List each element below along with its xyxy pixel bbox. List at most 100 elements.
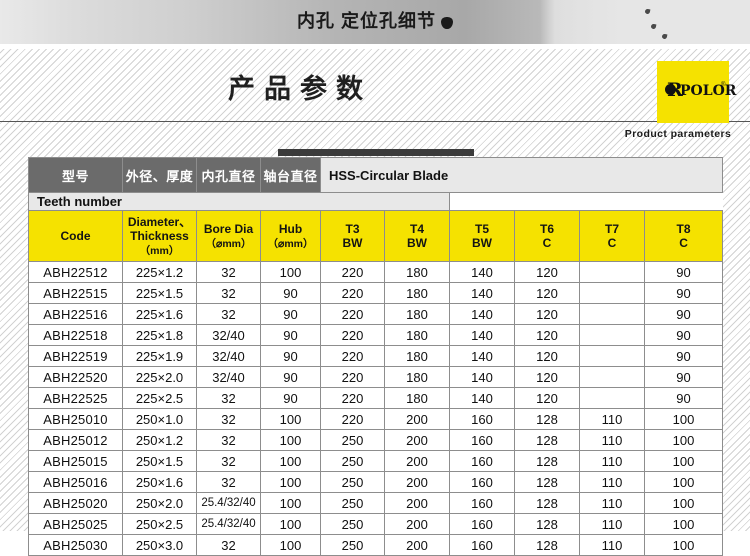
header-en-t5-main: T5 bbox=[474, 222, 489, 236]
cell-t3: 250 bbox=[320, 513, 385, 535]
cell-t7: 110 bbox=[579, 534, 645, 556]
cell-t4: 180 bbox=[384, 261, 450, 283]
cell-code: ABH25015 bbox=[28, 450, 123, 472]
cell-t3: 220 bbox=[320, 324, 385, 346]
header-en-t5-sub: BW bbox=[472, 236, 492, 250]
cell-t7: 110 bbox=[579, 471, 645, 493]
cell-hub: 100 bbox=[260, 429, 321, 451]
cell-t8: 100 bbox=[643, 471, 724, 493]
cell-t8: 100 bbox=[643, 408, 724, 430]
cell-dim: 250×1.5 bbox=[122, 450, 197, 472]
cell-hub: 90 bbox=[260, 387, 321, 409]
cell-t5: 160 bbox=[449, 492, 515, 514]
header-en-bore-unit: （⌀mm） bbox=[205, 237, 252, 250]
cell-t8: 100 bbox=[643, 429, 724, 451]
cell-code: ABH25012 bbox=[28, 429, 123, 451]
cell-code: ABH25016 bbox=[28, 471, 123, 493]
cell-bore: 32/40 bbox=[196, 366, 261, 388]
header-en-dia-unit: （mm） bbox=[139, 244, 180, 257]
cell-t5: 140 bbox=[449, 366, 515, 388]
header-en-t7: T7 C bbox=[579, 210, 645, 262]
header-group-hss: HSS-Circular Blade bbox=[319, 157, 724, 193]
cell-dim: 225×1.8 bbox=[122, 324, 197, 346]
header-en-hub: Hub （⌀mm） bbox=[260, 210, 321, 262]
cell-dim: 250×2.5 bbox=[122, 513, 197, 535]
header-en-diameter-thickness: Diameter、 Thickness （mm） bbox=[122, 210, 197, 262]
cell-dim: 225×2.5 bbox=[122, 387, 197, 409]
cell-bore: 32 bbox=[196, 282, 261, 304]
table-row: ABH22519 225×1.9 32/40 90 220 180 140 120 90 bbox=[28, 345, 724, 367]
header-en-t8-main: T8 bbox=[676, 222, 691, 236]
cell-bore: 25.4/32/40 bbox=[196, 513, 261, 535]
cell-code: ABH25025 bbox=[28, 513, 123, 535]
cell-t6: 120 bbox=[514, 261, 580, 283]
cell-t5: 160 bbox=[449, 513, 515, 535]
cell-t5: 140 bbox=[449, 387, 515, 409]
cell-t6: 120 bbox=[514, 366, 580, 388]
cell-t7: 110 bbox=[579, 429, 645, 451]
cell-hub: 100 bbox=[260, 408, 321, 430]
cell-bore: 32 bbox=[196, 408, 261, 430]
header-en-code: Code bbox=[28, 210, 123, 262]
product-photo-banner: 内孔 定位孔细节 bbox=[0, 0, 750, 44]
header-cn-diameter-thickness: 外径、厚度 bbox=[122, 157, 197, 193]
cell-bore: 32 bbox=[196, 471, 261, 493]
cell-dim: 250×1.2 bbox=[122, 429, 197, 451]
cell-t4: 180 bbox=[384, 282, 450, 304]
cell-t8: 100 bbox=[643, 450, 724, 472]
cell-t6: 128 bbox=[514, 471, 580, 493]
cell-t6: 120 bbox=[514, 282, 580, 304]
cell-t8: 90 bbox=[643, 261, 724, 283]
cell-t3: 220 bbox=[320, 303, 385, 325]
table-row: ABH22518 225×1.8 32/40 90 220 180 140 120 90 bbox=[28, 324, 724, 346]
registered-trademark-icon: ® bbox=[721, 82, 726, 88]
cell-hub: 90 bbox=[260, 303, 321, 325]
section-divider bbox=[0, 121, 750, 122]
cell-t4: 180 bbox=[384, 366, 450, 388]
cell-bore: 25.4/32/40 bbox=[196, 492, 261, 514]
cell-hub: 90 bbox=[260, 324, 321, 346]
header-en-t3: T3 BW bbox=[320, 210, 385, 262]
cell-dim: 225×1.9 bbox=[122, 345, 197, 367]
header-cn-hub: 轴台直径 bbox=[260, 157, 321, 193]
cell-t4: 200 bbox=[384, 408, 450, 430]
banner-title: 内孔 定位孔细节 bbox=[0, 9, 750, 33]
cell-t6: 120 bbox=[514, 345, 580, 367]
cell-bore: 32 bbox=[196, 450, 261, 472]
cell-hub: 100 bbox=[260, 534, 321, 556]
cell-t3: 250 bbox=[320, 429, 385, 451]
table-row: ABH22515 225×1.5 32 90 220 180 140 120 90 bbox=[28, 282, 724, 304]
header-en-t7-main: T7 bbox=[604, 222, 619, 236]
cell-bore: 32 bbox=[196, 387, 261, 409]
header-en-t3-sub: BW bbox=[342, 236, 363, 250]
cell-t4: 200 bbox=[384, 450, 450, 472]
cell-bore: 32/40 bbox=[196, 324, 261, 346]
cell-t5: 160 bbox=[449, 471, 515, 493]
cell-t3: 250 bbox=[320, 534, 385, 556]
cell-t8: 90 bbox=[643, 324, 724, 346]
cell-t6: 120 bbox=[514, 324, 580, 346]
cell-t5: 140 bbox=[449, 282, 515, 304]
cell-hub: 90 bbox=[260, 366, 321, 388]
cell-dim: 250×2.0 bbox=[122, 492, 197, 514]
header-en-bore: Bore Dia （⌀mm） bbox=[196, 210, 261, 262]
cell-t6: 128 bbox=[514, 534, 580, 556]
cell-t7 bbox=[579, 303, 645, 325]
header-en-t3-main: T3 bbox=[345, 222, 360, 236]
cell-t7: 110 bbox=[579, 408, 645, 430]
cell-t3: 250 bbox=[320, 450, 385, 472]
header-en-dia-line1: Diameter、 bbox=[127, 214, 192, 229]
cell-code: ABH22516 bbox=[28, 303, 123, 325]
cell-bore: 32 bbox=[196, 303, 261, 325]
brand-logo: R POLOR ® bbox=[657, 61, 736, 123]
cell-t4: 200 bbox=[384, 471, 450, 493]
cell-t6: 128 bbox=[514, 513, 580, 535]
cell-code: ABH22519 bbox=[28, 345, 123, 367]
cell-code: ABH22518 bbox=[28, 324, 123, 346]
cell-t7 bbox=[579, 387, 645, 409]
header-en-t4-main: T4 bbox=[409, 222, 424, 236]
cell-t4: 200 bbox=[384, 492, 450, 514]
cell-t4: 180 bbox=[384, 387, 450, 409]
header-en-t4: T4 BW bbox=[384, 210, 450, 262]
cell-t3: 250 bbox=[320, 471, 385, 493]
